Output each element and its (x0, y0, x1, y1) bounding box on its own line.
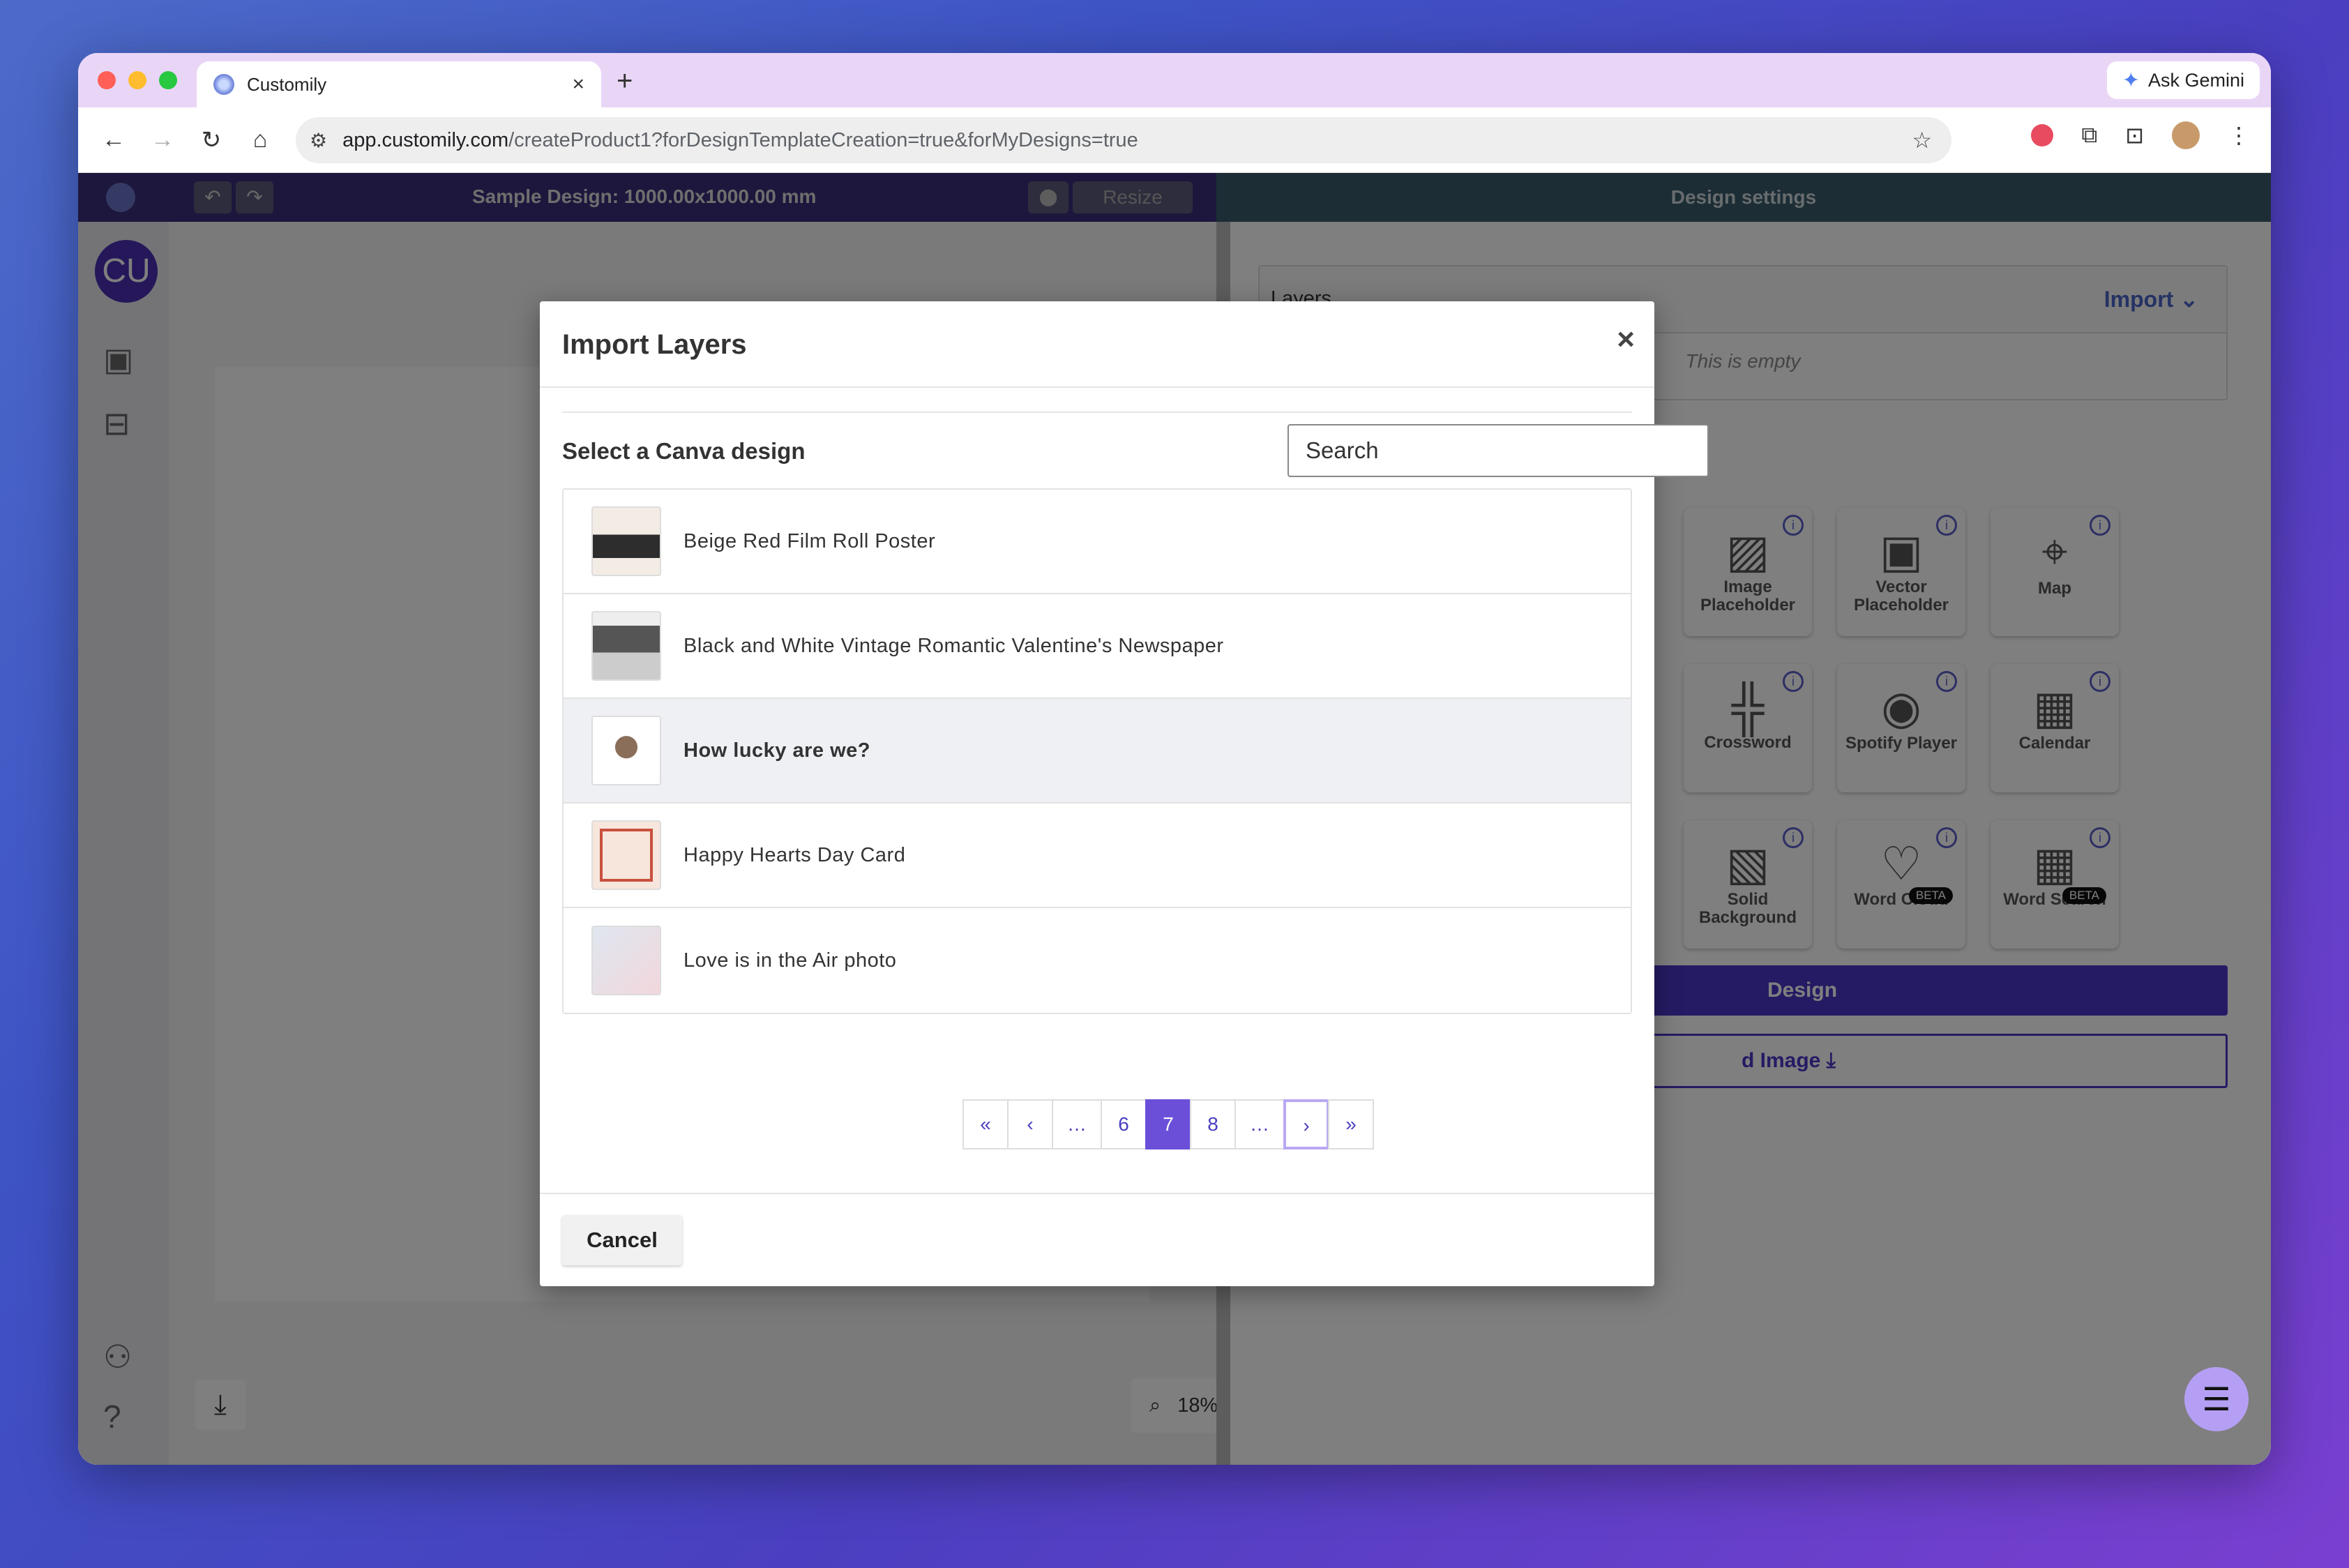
tab-title: Customily (247, 73, 327, 95)
search-input[interactable] (1287, 424, 1709, 477)
design-name: Love is in the Air photo (683, 949, 897, 972)
list-item[interactable]: Love is in the Air photo (564, 908, 1631, 1013)
design-name: How lucky are we? (683, 739, 870, 762)
modal-footer-divider (540, 1193, 1654, 1194)
tab-search-icon[interactable]: ⊡ (2125, 122, 2144, 149)
design-name: Beige Red Film Roll Poster (683, 529, 936, 552)
maximize-window-button[interactable] (159, 71, 177, 89)
divider (562, 412, 1632, 413)
page-8-button[interactable]: 8 (1190, 1099, 1236, 1149)
design-thumbnail (591, 506, 661, 576)
tab-strip: Customily × + ✦ Ask Gemini (78, 53, 2271, 107)
pagination-ellipsis[interactable]: … (1052, 1099, 1102, 1149)
list-item[interactable]: Happy Hearts Day Card (564, 804, 1631, 908)
bookmark-star-icon[interactable]: ☆ (1912, 127, 1932, 153)
list-item[interactable]: Beige Red Film Roll Poster (564, 490, 1631, 594)
close-icon[interactable]: × (1617, 322, 1635, 357)
next-page-button[interactable]: › (1283, 1099, 1329, 1149)
modal-header: Import Layers × (540, 301, 1654, 388)
address-bar[interactable]: ⚙ app.customily.com/createProduct1?forDe… (296, 117, 1951, 163)
design-thumbnail (591, 926, 661, 995)
gemini-sparkle-icon: ✦ (2122, 68, 2140, 92)
cancel-button[interactable]: Cancel (562, 1215, 682, 1265)
toolbar-icons: ⧉ ⊡ ⋮ (2031, 121, 2250, 149)
new-tab-button[interactable]: + (617, 66, 633, 97)
window-controls (98, 71, 177, 89)
import-layers-modal: Import Layers × Select a Canva design Be… (540, 301, 1709, 1286)
extensions-puzzle-icon[interactable]: ⧉ (2081, 122, 2097, 149)
design-thumbnail (591, 611, 661, 681)
chat-support-icon[interactable]: ☰ (2184, 1367, 2249, 1431)
page-6-button[interactable]: 6 (1101, 1099, 1147, 1149)
url-path: /createProduct1?forDesignTemplateCreatio… (508, 128, 1138, 151)
canva-design-list: Beige Red Film Roll Poster Black and Whi… (562, 488, 1632, 1014)
design-name: Happy Hearts Day Card (683, 843, 906, 866)
list-item[interactable]: How lucky are we? (564, 699, 1631, 804)
design-name: Black and White Vintage Romantic Valenti… (683, 634, 1224, 657)
close-window-button[interactable] (98, 71, 116, 89)
back-arrow-icon[interactable]: ← (89, 126, 138, 153)
select-canva-design-label: Select a Canva design (562, 438, 806, 464)
design-thumbnail (591, 716, 661, 785)
ask-gemini-label: Ask Gemini (2147, 69, 2244, 91)
home-icon[interactable]: ⌂ (236, 126, 285, 153)
last-page-button[interactable]: » (1328, 1099, 1374, 1149)
modal-title: Import Layers (562, 329, 747, 360)
ask-gemini-button[interactable]: ✦ Ask Gemini (2106, 61, 2260, 99)
profile-avatar-icon[interactable] (2172, 121, 2200, 149)
url-text: app.customily.com/createProduct1?forDesi… (342, 129, 1138, 152)
navigation-bar: ← → ↻ ⌂ ⚙ app.customily.com/createProduc… (78, 107, 2271, 173)
first-page-button[interactable]: « (962, 1099, 1009, 1149)
customily-favicon-icon (213, 74, 234, 95)
reload-icon[interactable]: ↻ (187, 126, 236, 154)
forward-arrow-icon[interactable]: → (138, 126, 187, 153)
site-settings-icon[interactable]: ⚙ (310, 129, 327, 152)
list-item[interactable]: Black and White Vintage Romantic Valenti… (564, 594, 1631, 699)
extension-icon[interactable] (2031, 124, 2054, 146)
url-host: app.customily.com (342, 128, 509, 151)
browser-tab[interactable]: Customily × (197, 61, 601, 107)
design-thumbnail (591, 820, 661, 890)
pagination: « ‹ … 6 7 8 … › » (962, 1099, 1374, 1149)
minimize-window-button[interactable] (128, 71, 146, 89)
pagination-ellipsis[interactable]: … (1234, 1099, 1285, 1149)
page-7-button[interactable]: 7 (1145, 1099, 1191, 1149)
previous-page-button[interactable]: ‹ (1007, 1099, 1053, 1149)
tab-close-icon[interactable]: × (572, 73, 584, 96)
menu-kebab-icon[interactable]: ⋮ (2228, 122, 2250, 149)
